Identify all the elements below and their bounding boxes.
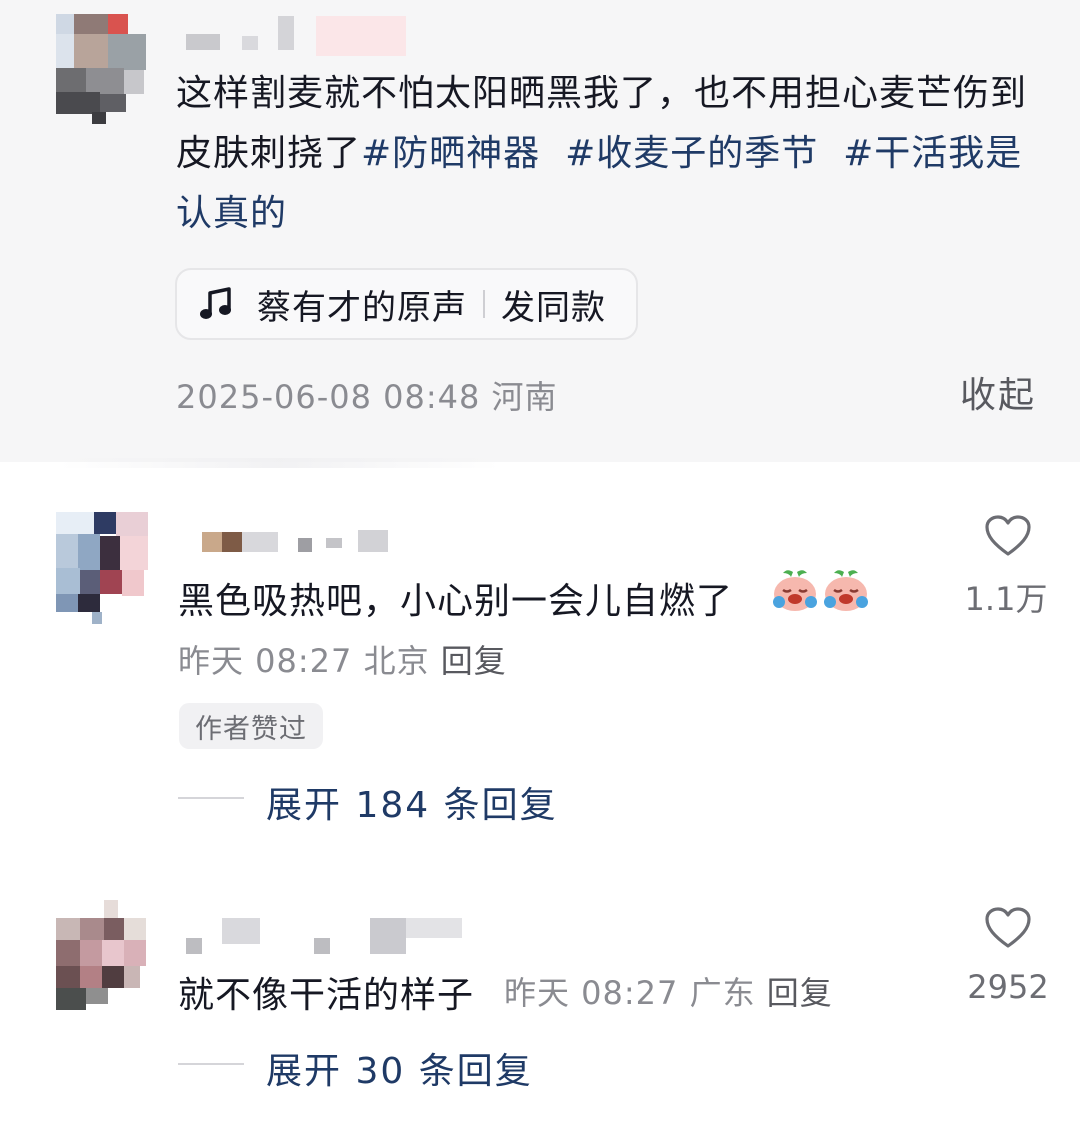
comment-avatar[interactable] [56,900,148,1010]
post-card: 这样割麦就不怕太阳晒黑我了，也不用担心麦芒伤到皮肤刺挠了#防晒神器 #收麦子的季… [0,0,1080,462]
comment-text: 黑色吸热吧，小心别一会儿自燃了 [178,581,734,622]
music-chip[interactable]: 蔡有才的原声 发同款 [175,268,638,340]
hashtag-link[interactable]: #收麦子的季节 [565,133,818,174]
comment-time: 昨天 08:27 [504,974,679,1012]
divider [60,458,500,468]
comment-meta: 昨天 08:27 广东 回复 [504,968,833,1014]
author-liked-badge: 作者赞过 [179,703,323,749]
heart-icon[interactable] [984,906,1032,950]
chip-divider [483,290,485,318]
comment-location: 广东 [689,974,756,1012]
use-sound-button[interactable]: 发同款 [501,280,606,329]
comment-text: 就不像干活的样子 [178,975,475,1016]
reply-button[interactable]: 回复 [441,642,507,680]
post-text: 这样割麦就不怕太阳晒黑我了，也不用担心麦芒伤到皮肤刺挠了#防晒神器 #收麦子的季… [176,64,1036,244]
like-count: 2952 [967,968,1049,1006]
comment-avatar[interactable] [56,512,148,624]
music-note-icon [200,287,231,319]
like-count: 1.1万 [964,580,1048,618]
post-avatar[interactable] [56,14,146,124]
collapse-button[interactable]: 收起 [960,366,1036,418]
expand-replies-button[interactable]: 展开 30 条回复 [266,1042,533,1094]
comment-time: 昨天 08:27 [178,642,353,680]
comment-location: 北京 [363,642,430,680]
comment-meta: 昨天 08:27 北京 回复 [178,636,507,682]
comment-author-name[interactable] [186,914,462,954]
heart-icon[interactable] [984,514,1032,558]
music-name[interactable]: 蔡有才的原声 [257,280,467,329]
hashtag-link[interactable]: #防晒神器 [361,133,540,174]
crying-face-icon [824,570,868,611]
post-timestamp: 2025-06-08 08:48 [176,378,481,416]
expand-replies-button[interactable]: 展开 184 条回复 [266,776,558,828]
expand-divider [178,797,244,799]
post-location: 河南 [491,378,558,416]
post-meta: 2025-06-08 08:48 河南 [176,372,558,418]
post-author-name[interactable] [186,16,406,56]
expand-divider [178,1063,244,1065]
comment-author-name[interactable] [202,528,392,554]
reply-button[interactable]: 回复 [767,974,833,1012]
crying-face-icon [773,570,817,611]
